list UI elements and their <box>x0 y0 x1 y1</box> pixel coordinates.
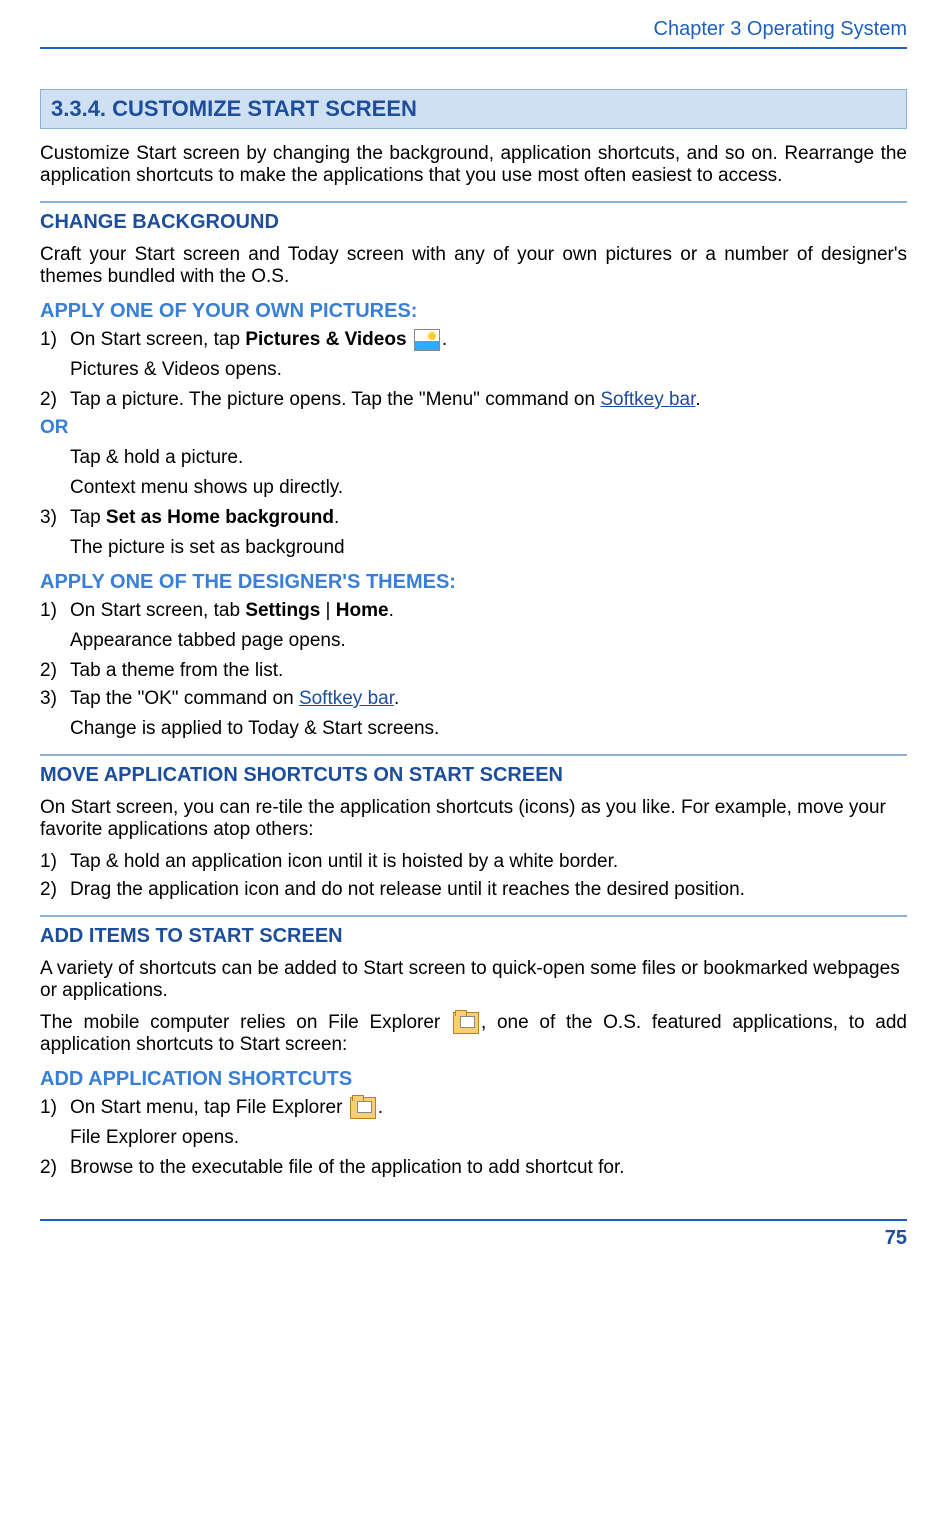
step-row: 3) Tap Set as Home background. <box>40 507 907 529</box>
or-line: Tap & hold a picture. <box>40 447 907 469</box>
step-number: 2) <box>40 1157 70 1179</box>
step-result: Change is applied to Today & Start scree… <box>40 718 907 740</box>
or-line: Context menu shows up directly. <box>40 477 907 499</box>
step-row: 2) Tab a theme from the list. <box>40 660 907 682</box>
softkey-bar-link[interactable]: Softkey bar <box>299 688 394 709</box>
apply-own-pictures-heading: APPLY ONE OF YOUR OWN PICTURES: <box>40 300 907 323</box>
step-text: Tap & hold an application icon until it … <box>70 851 907 873</box>
step-number: 1) <box>40 600 70 622</box>
chapter-title: Chapter 3 Operating System <box>654 18 907 40</box>
step-row: 2) Browse to the executable file of the … <box>40 1157 907 1179</box>
section-intro: Customize Start screen by changing the b… <box>40 143 907 187</box>
step-text: Drag the application icon and do not rel… <box>70 879 907 901</box>
step-number: 1) <box>40 329 70 351</box>
section-title-bar: 3.3.4. CUSTOMIZE START SCREEN <box>40 89 907 129</box>
divider <box>40 915 907 917</box>
divider <box>40 754 907 756</box>
divider <box>40 201 907 203</box>
step-result: Appearance tabbed page opens. <box>40 630 907 652</box>
header-rule <box>40 47 907 49</box>
move-shortcuts-heading: MOVE APPLICATION SHORTCUTS ON START SCRE… <box>40 764 907 787</box>
step-row: 1) Tap & hold an application icon until … <box>40 851 907 873</box>
add-items-heading: ADD ITEMS TO START SCREEN <box>40 925 907 948</box>
step-result: Pictures & Videos opens. <box>40 359 907 381</box>
step-text: On Start screen, tap Pictures & Videos . <box>70 329 907 351</box>
pictures-videos-icon <box>414 329 440 351</box>
add-application-shortcuts-heading: ADD APPLICATION SHORTCUTS <box>40 1068 907 1091</box>
or-label: OR <box>40 417 907 439</box>
step-row: 2) Tap a picture. The picture opens. Tap… <box>40 389 907 411</box>
step-row: 3) Tap the "OK" command on Softkey bar. <box>40 688 907 710</box>
change-background-intro: Craft your Start screen and Today screen… <box>40 244 907 288</box>
add-items-para2: The mobile computer relies on File Explo… <box>40 1012 907 1056</box>
step-text: On Start menu, tap File Explorer . <box>70 1097 907 1119</box>
step-text: On Start screen, tab Settings | Home. <box>70 600 907 622</box>
step-result: The picture is set as background <box>40 537 907 559</box>
page-number: 75 <box>885 1227 907 1249</box>
footer-rule <box>40 1219 907 1221</box>
step-text: Tap a picture. The picture opens. Tap th… <box>70 389 907 411</box>
add-items-intro: A variety of shortcuts can be added to S… <box>40 958 907 1002</box>
apply-designer-themes-heading: APPLY ONE OF THE DESIGNER'S THEMES: <box>40 571 907 594</box>
step-row: 2) Drag the application icon and do not … <box>40 879 907 901</box>
page-header: Chapter 3 Operating System <box>40 0 907 47</box>
move-shortcuts-intro: On Start screen, you can re-tile the app… <box>40 797 907 841</box>
step-number: 2) <box>40 389 70 411</box>
step-number: 2) <box>40 879 70 901</box>
step-number: 3) <box>40 688 70 710</box>
step-number: 1) <box>40 851 70 873</box>
step-result: File Explorer opens. <box>40 1127 907 1149</box>
softkey-bar-link[interactable]: Softkey bar <box>600 389 695 410</box>
step-text: Tab a theme from the list. <box>70 660 907 682</box>
file-explorer-icon <box>453 1012 479 1034</box>
step-row: 1) On Start screen, tap Pictures & Video… <box>40 329 907 351</box>
step-text: Tap the "OK" command on Softkey bar. <box>70 688 907 710</box>
step-number: 2) <box>40 660 70 682</box>
change-background-heading: CHANGE BACKGROUND <box>40 211 907 234</box>
file-explorer-icon <box>350 1097 376 1119</box>
step-number: 3) <box>40 507 70 529</box>
step-row: 1) On Start menu, tap File Explorer . <box>40 1097 907 1119</box>
step-text: Browse to the executable file of the app… <box>70 1157 907 1179</box>
step-text: Tap Set as Home background. <box>70 507 907 529</box>
step-row: 1) On Start screen, tab Settings | Home. <box>40 600 907 622</box>
step-number: 1) <box>40 1097 70 1119</box>
section-title: 3.3.4. CUSTOMIZE START SCREEN <box>51 96 896 122</box>
page-footer: 75 <box>40 1227 907 1260</box>
